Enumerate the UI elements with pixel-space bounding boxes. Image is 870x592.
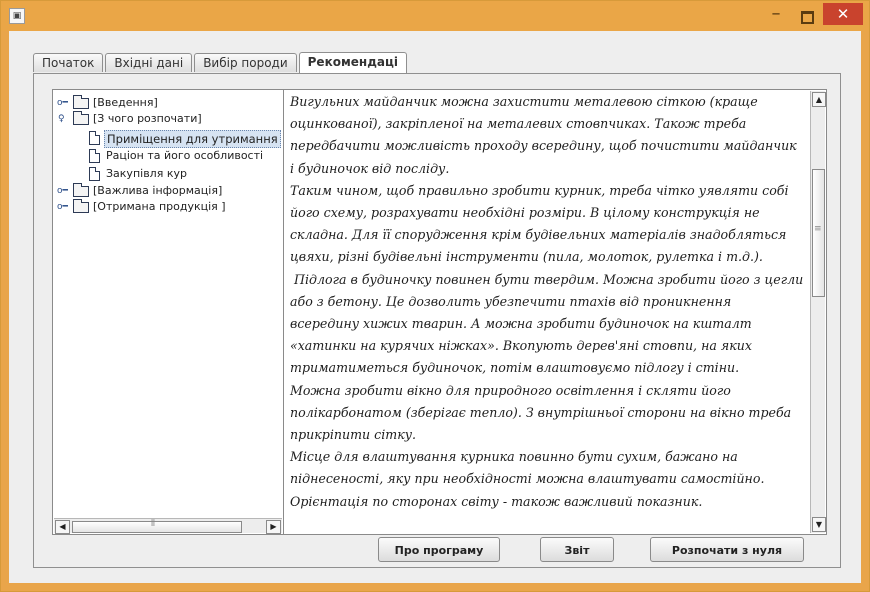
tree-node-label: Приміщення для утримання <box>104 130 281 148</box>
tab-breed-selection[interactable]: Вибір породи <box>194 53 297 72</box>
scroll-grip-icon: ⦀ <box>151 519 155 529</box>
folder-icon <box>73 111 89 125</box>
minimize-button[interactable]: – <box>763 5 789 25</box>
scroll-up-arrow-icon[interactable]: ▲ <box>812 92 826 107</box>
tree-node-label: Раціон та його особливості <box>106 149 264 162</box>
document-icon <box>89 149 100 163</box>
expanded-toggle-icon[interactable]: ♀ <box>58 111 68 127</box>
tree-node-label: [Введення] <box>93 96 158 109</box>
close-button[interactable]: ✕ <box>823 3 863 25</box>
topic-tree[interactable]: o━ [Введення] ♀ [З чого розпочати] Примі… <box>52 89 284 535</box>
tree-node-label: [Важлива інформація] <box>93 184 223 197</box>
recommendation-text: Вигульних майданчик можна захистити мета… <box>290 94 804 509</box>
report-button[interactable]: Звіт <box>540 537 614 562</box>
tab-input-data[interactable]: Вхідні дані <box>105 53 193 72</box>
tree-horizontal-scrollbar[interactable]: ◀ ⦀ ▶ <box>54 518 282 534</box>
vertical-scroll-thumb[interactable]: ≡ <box>812 169 825 297</box>
collapsed-toggle-icon[interactable]: o━ <box>57 183 68 199</box>
tree-node-label: Закупівля кур <box>106 167 187 180</box>
recommendations-panel: o━ [Введення] ♀ [З чого розпочати] Примі… <box>33 73 841 568</box>
about-program-button[interactable]: Про програму <box>378 537 500 562</box>
document-icon <box>89 167 100 181</box>
scroll-left-arrow-icon[interactable]: ◀ <box>55 520 70 534</box>
folder-icon <box>73 183 89 197</box>
text-vertical-scrollbar[interactable]: ▲ ≡ ▼ <box>810 91 826 533</box>
recommendation-text-area[interactable]: Вигульних майданчик можна захистити мета… <box>283 89 827 535</box>
application-window: ▣ – ✕ Початок Вхідні дані Вибір породи Р… <box>0 0 870 592</box>
tab-start[interactable]: Початок <box>33 53 104 72</box>
app-window-icon[interactable]: ▣ <box>9 8 25 24</box>
tree-node-label: [З чого розпочати] <box>93 112 202 125</box>
folder-icon <box>73 95 89 109</box>
collapsed-toggle-icon[interactable]: o━ <box>57 95 68 111</box>
start-over-button[interactable]: Розпочати з нуля <box>650 537 804 562</box>
maximize-button[interactable] <box>793 7 819 25</box>
collapsed-toggle-icon[interactable]: o━ <box>57 199 68 215</box>
document-icon <box>89 131 100 145</box>
title-bar[interactable]: ▣ – ✕ <box>1 1 869 31</box>
folder-icon <box>73 199 89 213</box>
tab-bar: Початок Вхідні дані Вибір породи Рекомен… <box>33 52 409 73</box>
horizontal-scroll-thumb[interactable]: ⦀ <box>72 519 242 533</box>
scroll-right-arrow-icon[interactable]: ▶ <box>266 520 281 534</box>
window-client-area: Початок Вхідні дані Вибір породи Рекомен… <box>9 31 861 583</box>
tree-node-label: [Отримана продукція ] <box>93 200 226 213</box>
scroll-grip-icon: ≡ <box>814 224 822 234</box>
tab-recommendations[interactable]: Рекомендаці <box>298 52 407 73</box>
scroll-down-arrow-icon[interactable]: ▼ <box>812 517 826 532</box>
